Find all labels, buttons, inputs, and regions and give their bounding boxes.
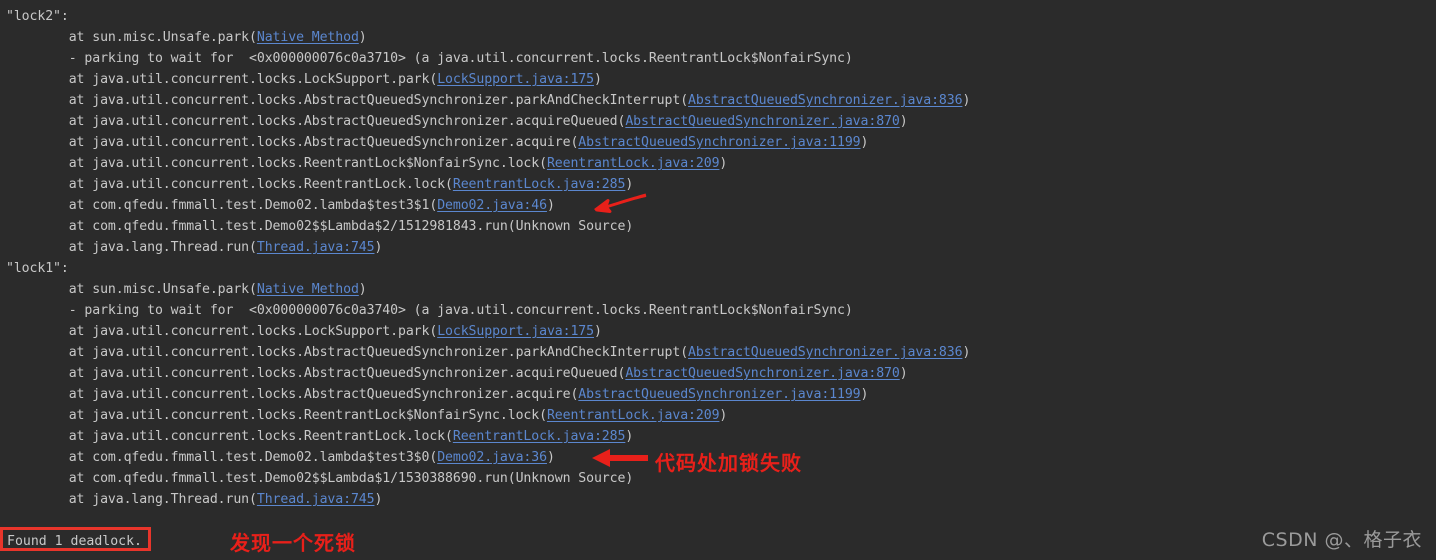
console-line-text: ) bbox=[899, 366, 908, 381]
stack-frame-source-link[interactable]: AbstractQueuedSynchronizer.java:870 bbox=[625, 114, 899, 129]
console-line: at sun.misc.Unsafe.park(Native Method) bbox=[0, 27, 1436, 48]
console-line-text: ) bbox=[546, 450, 555, 465]
console-line-text: ) bbox=[719, 156, 728, 171]
stack-frame-source-link[interactable]: AbstractQueuedSynchronizer.java:836 bbox=[688, 93, 962, 108]
console-line-text: ) bbox=[860, 387, 869, 402]
console-line-text: at java.util.concurrent.locks.AbstractQu… bbox=[6, 135, 579, 150]
csdn-watermark: CSDN @、格子衣 bbox=[1261, 529, 1422, 551]
console-line: at java.util.concurrent.locks.AbstractQu… bbox=[0, 384, 1436, 405]
console-line-text: ) bbox=[625, 177, 634, 192]
console-line: at com.qfedu.fmmall.test.Demo02.lambda$t… bbox=[0, 195, 1436, 216]
stack-frame-source-link[interactable]: Native Method bbox=[257, 282, 359, 297]
deadlock-summary-highlight-box: Found 1 deadlock. bbox=[0, 527, 151, 551]
console-line-text: ) bbox=[962, 93, 971, 108]
console-line-text: at java.util.concurrent.locks.AbstractQu… bbox=[6, 366, 626, 381]
console-line-text: ) bbox=[962, 345, 971, 360]
console-line-text: at java.util.concurrent.locks.ReentrantL… bbox=[6, 177, 453, 192]
console-line-text: at java.util.concurrent.locks.AbstractQu… bbox=[6, 345, 689, 360]
red-arrow-pointing-to-demo02-line-36 bbox=[592, 449, 648, 467]
console-line: at java.lang.Thread.run(Thread.java:745) bbox=[0, 489, 1436, 510]
deadlock-summary-row: Found 1 deadlock. bbox=[0, 526, 151, 552]
stack-frame-source-link[interactable]: ReentrantLock.java:209 bbox=[547, 156, 720, 171]
console-line-text: ) bbox=[899, 114, 908, 129]
console-line-text: ) bbox=[358, 30, 367, 45]
console-line: at com.qfedu.fmmall.test.Demo02$$Lambda$… bbox=[6, 219, 634, 234]
console-line-text: ) bbox=[374, 240, 383, 255]
console-line-text: at java.lang.Thread.run( bbox=[6, 240, 257, 255]
console-line-text: at java.util.concurrent.locks.AbstractQu… bbox=[6, 93, 689, 108]
console-line: at java.util.concurrent.locks.AbstractQu… bbox=[0, 342, 1436, 363]
console-line-text: at java.util.concurrent.locks.AbstractQu… bbox=[6, 114, 626, 129]
console-line: at java.util.concurrent.locks.AbstractQu… bbox=[0, 90, 1436, 111]
console-line-text: at sun.misc.Unsafe.park( bbox=[6, 30, 257, 45]
console-line: at java.util.concurrent.locks.LockSuppor… bbox=[0, 321, 1436, 342]
console-line-text: at java.util.concurrent.locks.ReentrantL… bbox=[6, 408, 547, 423]
stack-frame-source-link[interactable]: AbstractQueuedSynchronizer.java:836 bbox=[688, 345, 962, 360]
console-line: at java.util.concurrent.locks.AbstractQu… bbox=[0, 363, 1436, 384]
console-line: at java.util.concurrent.locks.ReentrantL… bbox=[0, 153, 1436, 174]
console-line: at java.util.concurrent.locks.AbstractQu… bbox=[0, 111, 1436, 132]
console-line-text: at java.util.concurrent.locks.LockSuppor… bbox=[6, 72, 438, 87]
console-line-text: at java.util.concurrent.locks.ReentrantL… bbox=[6, 429, 453, 444]
console-line: at java.util.concurrent.locks.LockSuppor… bbox=[0, 69, 1436, 90]
console-line-text: at sun.misc.Unsafe.park( bbox=[6, 282, 257, 297]
console-line-text: ) bbox=[860, 135, 869, 150]
console-line: at java.util.concurrent.locks.ReentrantL… bbox=[0, 174, 1436, 195]
stack-frame-source-link[interactable]: Demo02.java:36 bbox=[437, 450, 547, 465]
console-line: "lock2": bbox=[6, 9, 69, 24]
console-line: at sun.misc.Unsafe.park(Native Method) bbox=[0, 279, 1436, 300]
stack-frame-source-link[interactable]: Native Method bbox=[257, 30, 359, 45]
console-line: at java.util.concurrent.locks.AbstractQu… bbox=[0, 132, 1436, 153]
stack-frame-source-link[interactable]: ReentrantLock.java:209 bbox=[547, 408, 720, 423]
console-output-panel[interactable]: "lock2": at sun.misc.Unsafe.park(Native … bbox=[0, 0, 1436, 560]
console-line: - parking to wait for <0x000000076c0a371… bbox=[6, 51, 853, 66]
console-line: at java.lang.Thread.run(Thread.java:745) bbox=[0, 237, 1436, 258]
console-line-text: at java.lang.Thread.run( bbox=[6, 492, 257, 507]
console-line: at java.util.concurrent.locks.ReentrantL… bbox=[0, 405, 1436, 426]
console-line: - parking to wait for <0x000000076c0a374… bbox=[6, 303, 853, 318]
console-line-text: ) bbox=[374, 492, 383, 507]
console-line-text: ) bbox=[625, 429, 634, 444]
console-line-text: at com.qfedu.fmmall.test.Demo02.lambda$t… bbox=[6, 198, 438, 213]
console-line-text: at java.util.concurrent.locks.ReentrantL… bbox=[6, 156, 547, 171]
annotation-lock-failure-label: 代码处加锁失败 bbox=[655, 451, 802, 475]
console-line-text: at java.util.concurrent.locks.AbstractQu… bbox=[6, 387, 579, 402]
red-arrow-pointing-to-demo02-line-46 bbox=[594, 193, 647, 213]
console-line-text: ) bbox=[593, 72, 602, 87]
stack-frame-source-link[interactable]: AbstractQueuedSynchronizer.java:1199 bbox=[578, 387, 860, 402]
console-line-text: ) bbox=[719, 408, 728, 423]
stack-frame-source-link[interactable]: Demo02.java:46 bbox=[437, 198, 547, 213]
stack-frame-source-link[interactable]: AbstractQueuedSynchronizer.java:1199 bbox=[578, 135, 860, 150]
console-line-text: ) bbox=[593, 324, 602, 339]
console-line-text: ) bbox=[358, 282, 367, 297]
console-line-text: at com.qfedu.fmmall.test.Demo02.lambda$t… bbox=[6, 450, 438, 465]
console-line-text: ) bbox=[546, 198, 555, 213]
stack-frame-source-link[interactable]: LockSupport.java:175 bbox=[437, 72, 594, 87]
stack-frame-source-link[interactable]: AbstractQueuedSynchronizer.java:870 bbox=[625, 366, 899, 381]
annotation-deadlock-found-label: 发现一个死锁 bbox=[230, 531, 356, 555]
stack-frame-source-link[interactable]: Thread.java:745 bbox=[257, 492, 375, 507]
stack-frame-source-link[interactable]: LockSupport.java:175 bbox=[437, 324, 594, 339]
console-line-text: at java.util.concurrent.locks.LockSuppor… bbox=[6, 324, 438, 339]
console-line: "lock1": bbox=[6, 261, 69, 276]
stack-frame-source-link[interactable]: ReentrantLock.java:285 bbox=[453, 177, 626, 192]
stack-frame-source-link[interactable]: ReentrantLock.java:285 bbox=[453, 429, 626, 444]
stack-frame-source-link[interactable]: Thread.java:745 bbox=[257, 240, 375, 255]
console-line: at java.util.concurrent.locks.ReentrantL… bbox=[0, 426, 1436, 447]
